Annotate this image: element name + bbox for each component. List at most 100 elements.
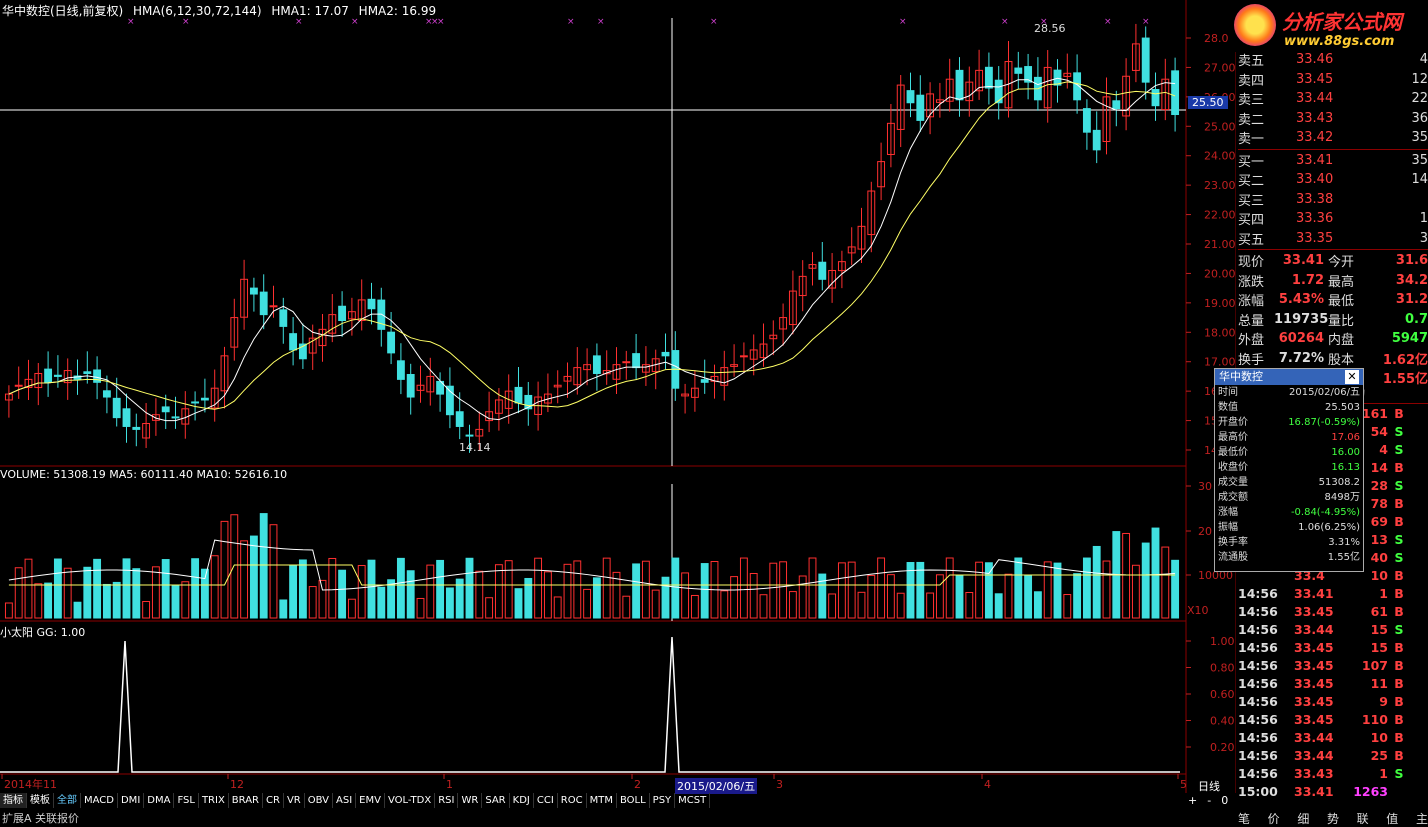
candle-body (465, 434, 474, 437)
bottom-tab[interactable]: 势 (1327, 810, 1339, 827)
tick-side: B (1394, 676, 1404, 691)
tab-kdj[interactable]: KDJ (510, 793, 534, 808)
volume-bar (808, 557, 817, 619)
bottom-tab[interactable]: 主 (1416, 810, 1428, 827)
popup-key: 时间 (1218, 387, 1238, 398)
tick-side: S (1394, 766, 1404, 781)
bottom-tab[interactable]: 细 (1297, 810, 1309, 827)
kline-chart[interactable]: 28.0027.0026.0025.0024.0023.0022.0021.00… (0, 0, 1236, 793)
bottom-tab[interactable]: 值 (1386, 810, 1398, 827)
tick-side: B (1394, 514, 1404, 529)
tab-指标[interactable]: 指标 (0, 793, 27, 808)
candle-body (622, 361, 631, 364)
signal-marker-icon: × (710, 17, 718, 27)
stat-value: 119735 (1274, 311, 1329, 327)
volume-bar (622, 595, 631, 619)
volume-bar (877, 557, 886, 619)
volume-bar (445, 587, 454, 619)
order-name: 卖二 (1238, 112, 1265, 128)
tick-price: 33.45 (1294, 604, 1334, 619)
stat-value: 5947 (1391, 331, 1428, 347)
tab-macd[interactable]: MACD (81, 793, 118, 808)
volume-bar (200, 568, 209, 619)
popup-value: 16.87(-0.59%) (1288, 417, 1360, 428)
tab-control-button[interactable]: 0 (1221, 794, 1228, 807)
tab-roc[interactable]: ROC (558, 793, 587, 808)
popup-header[interactable]: 华中数控 ✕ (1215, 369, 1363, 385)
close-icon[interactable]: ✕ (1345, 370, 1359, 384)
popup-value: 51308.2 (1318, 477, 1360, 488)
tab-brar[interactable]: BRAR (229, 793, 263, 808)
period-label[interactable]: 日线 (1198, 778, 1220, 794)
tick-volume: 25 (1370, 748, 1388, 763)
tab-control-button[interactable]: + (1188, 794, 1197, 807)
tab-mtm[interactable]: MTM (587, 793, 617, 808)
tab-cci[interactable]: CCI (534, 793, 558, 808)
tab-mcst[interactable]: MCST (675, 793, 711, 808)
candle-body (818, 261, 827, 280)
tick-side: B (1394, 586, 1404, 601)
bottom-tab[interactable]: 联 (1357, 810, 1369, 827)
date-tick-label: 4 (984, 778, 991, 791)
tab-control-button[interactable]: - (1207, 794, 1211, 807)
bottom-tab[interactable]: 笔 (1238, 810, 1250, 827)
stat-row: 外盘 60264 内盘 5947 (1238, 329, 1428, 349)
hma1-line (8, 77, 1176, 422)
candle-body (367, 298, 376, 310)
sun-logo-icon (1234, 4, 1276, 46)
volume-bar (739, 557, 748, 619)
stat-value: 1.72 (1291, 272, 1324, 288)
tab-trix[interactable]: TRIX (199, 793, 229, 808)
tab-全部[interactable]: 全部 (54, 793, 81, 808)
tab-obv[interactable]: OBV (305, 793, 333, 808)
volume-bar (837, 562, 846, 619)
volume-bar (14, 567, 23, 619)
tab-emv[interactable]: EMV (356, 793, 385, 808)
popup-row: 成交额 8498万 (1215, 490, 1363, 505)
tick-side: B (1394, 694, 1404, 709)
tab-vol-tdx[interactable]: VOL-TDX (385, 793, 436, 808)
stat-value: 34.2 (1395, 272, 1428, 288)
tab-boll[interactable]: BOLL (617, 793, 650, 808)
candle-body (984, 66, 993, 89)
order-name: 买五 (1238, 232, 1265, 248)
popup-row: 时间 2015/02/06/五 (1215, 385, 1363, 400)
volume-bar (171, 584, 180, 619)
tab-vr[interactable]: VR (284, 793, 305, 808)
volume-bar (396, 557, 405, 619)
tick-volume: 110 (1361, 712, 1388, 727)
signal-marker-icon: × (295, 17, 303, 27)
tab-psy[interactable]: PSY (650, 793, 676, 808)
volume-bar (289, 565, 298, 619)
tab-rsi[interactable]: RSI (435, 793, 459, 808)
tick-row: 14:56 33.44 15 S (1238, 621, 1428, 639)
tab-dma[interactable]: DMA (144, 793, 175, 808)
tab-sar[interactable]: SAR (482, 793, 510, 808)
tick-side: S (1394, 442, 1404, 457)
tab-模板[interactable]: 模板 (27, 793, 54, 808)
tab-wr[interactable]: WR (458, 793, 483, 808)
bottom-tab[interactable]: 价 (1268, 810, 1280, 827)
candle-body (279, 309, 288, 327)
volume-bar (24, 558, 33, 619)
logo-banner: 分析家公式网 www.88gs.com (1228, 0, 1428, 52)
volume-bar (916, 561, 925, 619)
buy-order-row: 买四 33.36 1 (1238, 209, 1428, 229)
tab-cr[interactable]: CR (263, 793, 284, 808)
data-popup[interactable]: 华中数控 ✕ 时间 2015/02/06/五 数值 25.503 开盘价 16.87(-0… (1214, 368, 1364, 572)
candle-body (112, 397, 121, 419)
tab-dmi[interactable]: DMI (118, 793, 145, 808)
tab-asi[interactable]: ASI (333, 793, 357, 808)
volume-bar (945, 557, 954, 619)
tick-volume: 1 (1379, 766, 1388, 781)
volume-bar (583, 588, 592, 619)
tick-price: 33.41 (1294, 784, 1334, 799)
volume-bar (269, 524, 278, 619)
tab-fsl[interactable]: FSL (174, 793, 199, 808)
order-name: 买三 (1238, 193, 1265, 209)
gg-line (0, 636, 1180, 773)
signal-marker-icon: × (1142, 17, 1150, 27)
volume-bar (1122, 532, 1131, 619)
candle-body (14, 384, 23, 387)
volume-bar (965, 592, 974, 619)
